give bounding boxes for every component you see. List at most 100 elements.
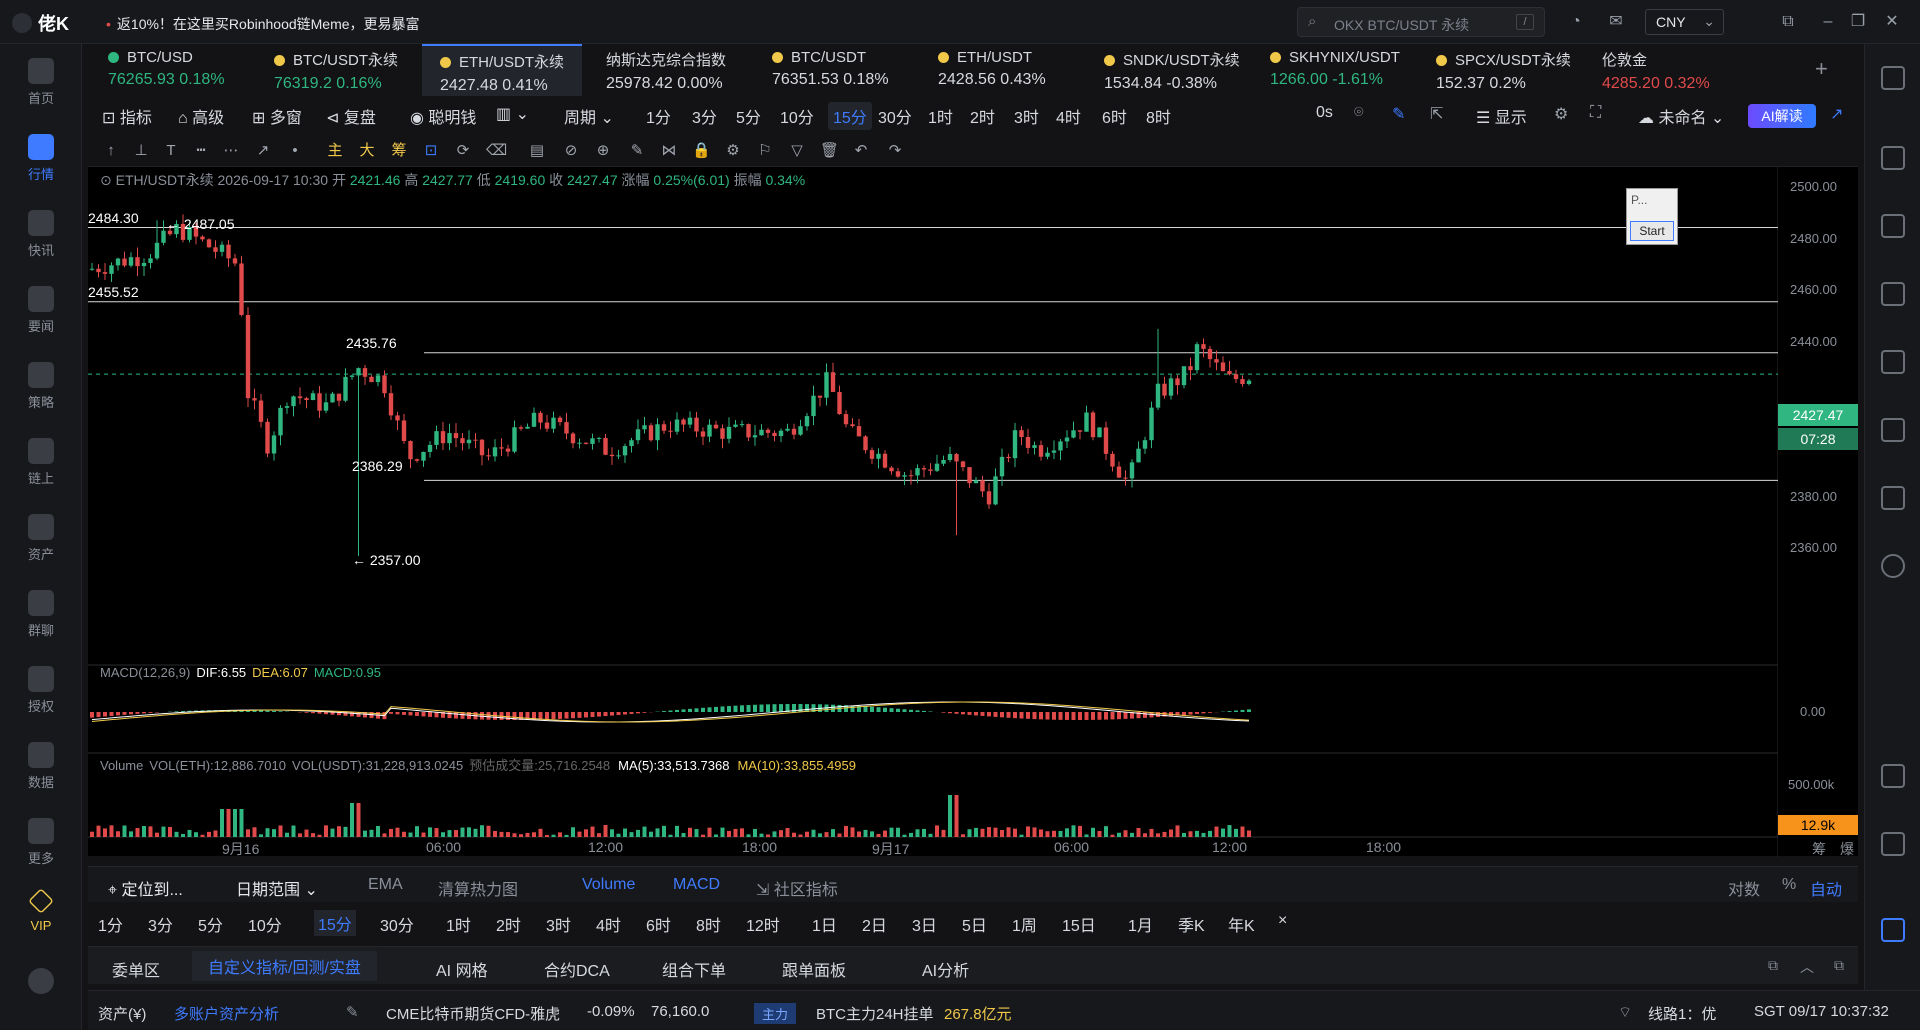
restore-icon[interactable]: ❐ xyxy=(1848,12,1868,32)
bottom-interval-3[interactable]: 10分 xyxy=(248,912,282,936)
bottom-interval-2[interactable]: 5分 xyxy=(198,912,223,936)
sidebar-item-1[interactable]: 行情 xyxy=(0,126,82,196)
ai-interpret-button[interactable]: AI解读 xyxy=(1748,104,1816,128)
link-icon[interactable]: ⊘ xyxy=(562,142,580,160)
line-status[interactable]: 线路1：优 xyxy=(1648,1003,1716,1024)
sidebar-item-6[interactable]: 资产 xyxy=(0,506,82,576)
fullscreen-icon[interactable]: ⛶ xyxy=(1590,104,1601,122)
liquidation-toggle[interactable]: 爆 xyxy=(1840,839,1854,859)
interval-1[interactable]: 3分 xyxy=(692,104,717,128)
promo-banner[interactable]: • 返10%！在这里买Robinhood链Meme，更易暴富 xyxy=(106,14,420,34)
trash-icon[interactable]: 🗑 xyxy=(820,142,839,160)
document-icon[interactable] xyxy=(1881,146,1905,170)
headset-icon[interactable] xyxy=(1881,832,1905,856)
sidebar-item-5[interactable]: 链上 xyxy=(0,430,82,500)
panel-tab-4[interactable]: 组合下单 xyxy=(662,957,726,981)
search-input[interactable]: ⌕ OKX BTC/USDT 永续 / xyxy=(1297,7,1545,37)
interval-8[interactable]: 3时 xyxy=(1014,104,1039,128)
ticker-tab[interactable]: 伦敦金 4285.20 0.32% xyxy=(1584,44,1744,96)
bottom-interval-12[interactable]: 12时 xyxy=(746,912,780,936)
countdown-toggle[interactable]: 0s xyxy=(1316,104,1333,122)
bottom-interval-4[interactable]: 15分 xyxy=(314,910,356,936)
edit-icon[interactable]: ✎ xyxy=(1392,104,1405,124)
etf-icon[interactable] xyxy=(1881,418,1905,442)
panel-tab-2[interactable]: AI 网格 xyxy=(436,957,488,981)
volume-toggle[interactable]: Volume xyxy=(582,876,635,894)
ticker-tab[interactable]: BTC/USDT 76351.53 0.18% xyxy=(754,44,914,96)
period-select[interactable]: 周期 ⌄ xyxy=(564,104,614,128)
cursor-icon[interactable]: ↑ xyxy=(102,142,120,160)
bottom-interval-7[interactable]: 2时 xyxy=(496,912,521,936)
panel-tab-6[interactable]: AI分析 xyxy=(922,957,969,981)
trend-line-icon[interactable]: ⊥ xyxy=(132,142,150,160)
bottom-interval-16[interactable]: 5日 xyxy=(962,912,987,936)
sidebar-item-3[interactable]: 要闻 xyxy=(0,278,82,348)
pencil-icon[interactable]: ✎ xyxy=(628,142,646,160)
zoom-icon[interactable]: ⊕ xyxy=(594,142,612,160)
ticker-tab[interactable]: SNDK/USDT永续 1534.84 -0.38% xyxy=(1086,44,1246,96)
sidebar-item-8[interactable]: 授权 xyxy=(0,658,82,728)
candle-type-select[interactable]: ▥ ⌄ xyxy=(496,104,529,124)
bottom-interval-19[interactable]: 1月 xyxy=(1128,912,1153,936)
ticker-tab[interactable]: ETH/USDT 2428.56 0.43% xyxy=(920,44,1080,96)
app-logo[interactable]: 佬K xyxy=(12,10,69,36)
assets-label[interactable]: 资产(¥) xyxy=(98,1003,146,1024)
redo-icon[interactable]: ↷ xyxy=(886,142,904,160)
bottom-interval-14[interactable]: 2日 xyxy=(862,912,887,936)
bottom-interval-5[interactable]: 30分 xyxy=(380,912,414,936)
bottom-interval-20[interactable]: 季K xyxy=(1178,912,1205,936)
erase-icon[interactable]: ⌫ xyxy=(486,142,507,160)
chevron-up-icon[interactable]: ︿ xyxy=(1800,957,1814,977)
layout-select[interactable]: ☁ 未命名 ⌄ xyxy=(1638,104,1724,128)
chip-icon[interactable]: 筹 xyxy=(390,142,408,160)
list-icon[interactable] xyxy=(1881,66,1905,90)
replay-button[interactable]: ⊲ 复盘 xyxy=(326,104,376,128)
interval-3[interactable]: 10分 xyxy=(780,104,814,128)
robot-icon[interactable] xyxy=(1881,486,1905,510)
ai-draw-icon[interactable]: ⊡ xyxy=(422,142,440,160)
share-icon[interactable]: ⇱ xyxy=(1430,104,1443,124)
calendar-chart-icon[interactable] xyxy=(1881,350,1905,374)
bell-icon[interactable]: ◔ xyxy=(1566,12,1586,32)
heatmap-toggle[interactable]: 清算热力图 xyxy=(438,876,518,900)
interval-5[interactable]: 30分 xyxy=(878,104,912,128)
panel-tab-1[interactable]: 自定义指标/回测/实盘 xyxy=(192,951,377,981)
panel-tab-5[interactable]: 跟单面板 xyxy=(782,957,846,981)
popout-icon[interactable]: ⧉ xyxy=(1768,957,1778,974)
text-tool-icon[interactable]: T xyxy=(162,142,180,160)
brush-icon[interactable]: ↗ xyxy=(254,142,272,160)
minimize-icon[interactable]: – xyxy=(1818,12,1838,32)
locate-button[interactable]: ⌖ 定位到... xyxy=(108,876,183,900)
bottom-interval-18[interactable]: 15日 xyxy=(1062,912,1096,936)
bottom-interval-15[interactable]: 3日 xyxy=(912,912,937,936)
indicators-button[interactable]: ⊡ 指标 xyxy=(102,104,152,128)
layout-icon[interactable] xyxy=(1881,764,1905,788)
sidebar-item-11[interactable]: VIP xyxy=(0,880,82,950)
collapse-icon[interactable]: ⊙ xyxy=(100,172,112,188)
window-pin-icon[interactable]: ⧉ xyxy=(1778,12,1798,32)
sidebar-item-0[interactable]: 首页 xyxy=(0,50,82,120)
measure-icon[interactable]: ⋈ xyxy=(660,142,678,160)
community-indicators-button[interactable]: ⇲ 社区指标 xyxy=(756,876,838,900)
camera-icon[interactable]: ⌾ xyxy=(1354,104,1364,122)
panel-tab-0[interactable]: 委单区 xyxy=(112,957,160,981)
main-icon[interactable]: 主 xyxy=(326,142,344,160)
interval-10[interactable]: 6时 xyxy=(1102,104,1127,128)
sidebar-item-4[interactable]: 策略 xyxy=(0,354,82,424)
interval-2[interactable]: 5分 xyxy=(736,104,761,128)
assistant-icon[interactable] xyxy=(1881,918,1905,942)
chip-toggle[interactable]: 筹 xyxy=(1812,839,1826,859)
sidebar-item-9[interactable]: 数据 xyxy=(0,734,82,804)
display-button[interactable]: ☰ 显示 xyxy=(1476,104,1527,128)
bottom-interval-6[interactable]: 1时 xyxy=(446,912,471,936)
ticker-tab[interactable]: BTC/USDT永续 76319.2 0.16% xyxy=(256,44,416,96)
interval-6[interactable]: 1时 xyxy=(928,104,953,128)
sidebar-settings[interactable] xyxy=(0,960,82,1030)
panel-tab-3[interactable]: 合约DCA xyxy=(544,957,610,981)
chart-line-icon[interactable] xyxy=(1881,282,1905,306)
sidebar-item-2[interactable]: 快讯 xyxy=(0,202,82,272)
bottom-interval-10[interactable]: 6时 xyxy=(646,912,671,936)
interval-9[interactable]: 4时 xyxy=(1056,104,1081,128)
bottom-interval-9[interactable]: 4时 xyxy=(596,912,621,936)
big-icon[interactable]: 大 xyxy=(358,142,376,160)
